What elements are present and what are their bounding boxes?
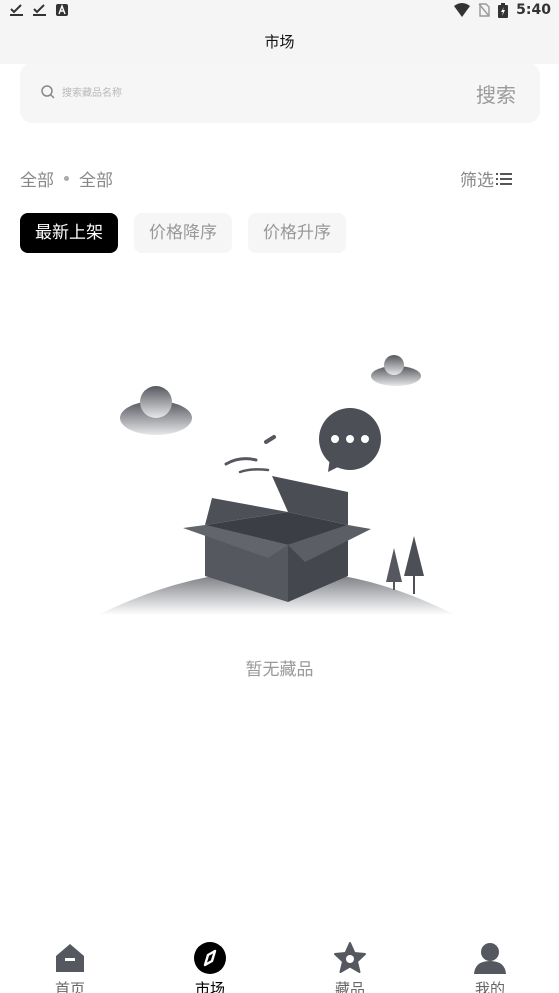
app-header: 市场 bbox=[0, 24, 559, 64]
filter-label: 筛选 bbox=[460, 171, 494, 191]
system-icons: 5:40 bbox=[454, 2, 551, 18]
user-icon bbox=[474, 943, 506, 974]
separator-dot bbox=[64, 176, 69, 181]
battery-charging-icon bbox=[498, 2, 509, 18]
check-notification-icon bbox=[33, 4, 46, 16]
sort-tab-price-desc[interactable]: 价格降序 bbox=[134, 213, 232, 253]
tab-market-label: 市场 bbox=[194, 980, 225, 993]
wifi-icon bbox=[454, 3, 471, 17]
sort-tab-newest[interactable]: 最新上架 bbox=[20, 213, 118, 253]
compass-icon bbox=[194, 942, 226, 974]
tree-icon bbox=[386, 536, 424, 594]
filter-list-icon bbox=[496, 172, 512, 185]
sort-tab-price-asc[interactable]: 价格升序 bbox=[248, 213, 346, 253]
chat-bubble-icon bbox=[319, 408, 381, 472]
status-bar: 5:40 bbox=[0, 0, 559, 24]
tab-profile-label: 我的 bbox=[474, 980, 505, 993]
cloud-left-icon bbox=[120, 386, 192, 435]
category-breadcrumb[interactable]: 全部 全部 bbox=[20, 166, 113, 191]
star-icon bbox=[334, 942, 366, 973]
subcategory-label: 全部 bbox=[79, 171, 113, 191]
notification-icons bbox=[10, 3, 68, 16]
no-sim-icon bbox=[478, 3, 490, 17]
filter-button[interactable]: 筛选 bbox=[460, 166, 512, 191]
bottom-tab-bar: 首页 市场 藏品 我的 bbox=[0, 930, 559, 993]
tab-home[interactable]: 首页 bbox=[20, 940, 120, 993]
check-notification-icon bbox=[10, 4, 23, 16]
app-a-icon bbox=[56, 3, 68, 16]
home-icon bbox=[56, 944, 84, 972]
category-label: 全部 bbox=[20, 171, 54, 191]
tab-profile[interactable]: 我的 bbox=[440, 940, 540, 993]
filter-row: 全部 全部 筛选 bbox=[20, 166, 540, 194]
search-input[interactable] bbox=[62, 81, 442, 105]
clock: 5:40 bbox=[516, 2, 551, 18]
cloud-right-icon bbox=[371, 355, 421, 386]
tab-market[interactable]: 市场 bbox=[160, 940, 260, 993]
search-button[interactable]: 搜索 bbox=[476, 79, 516, 108]
tab-collection[interactable]: 藏品 bbox=[300, 940, 400, 993]
empty-state-message: 暂无藏品 bbox=[245, 660, 314, 680]
tab-collection-label: 藏品 bbox=[334, 980, 365, 993]
sort-tabs: 最新上架 价格降序 价格升序 bbox=[20, 213, 346, 253]
search-icon bbox=[41, 85, 55, 99]
page-title: 市场 bbox=[264, 33, 295, 51]
empty-box-illustration bbox=[98, 355, 455, 615]
tab-home-label: 首页 bbox=[54, 980, 85, 993]
search-bar: 搜索 bbox=[20, 63, 540, 123]
